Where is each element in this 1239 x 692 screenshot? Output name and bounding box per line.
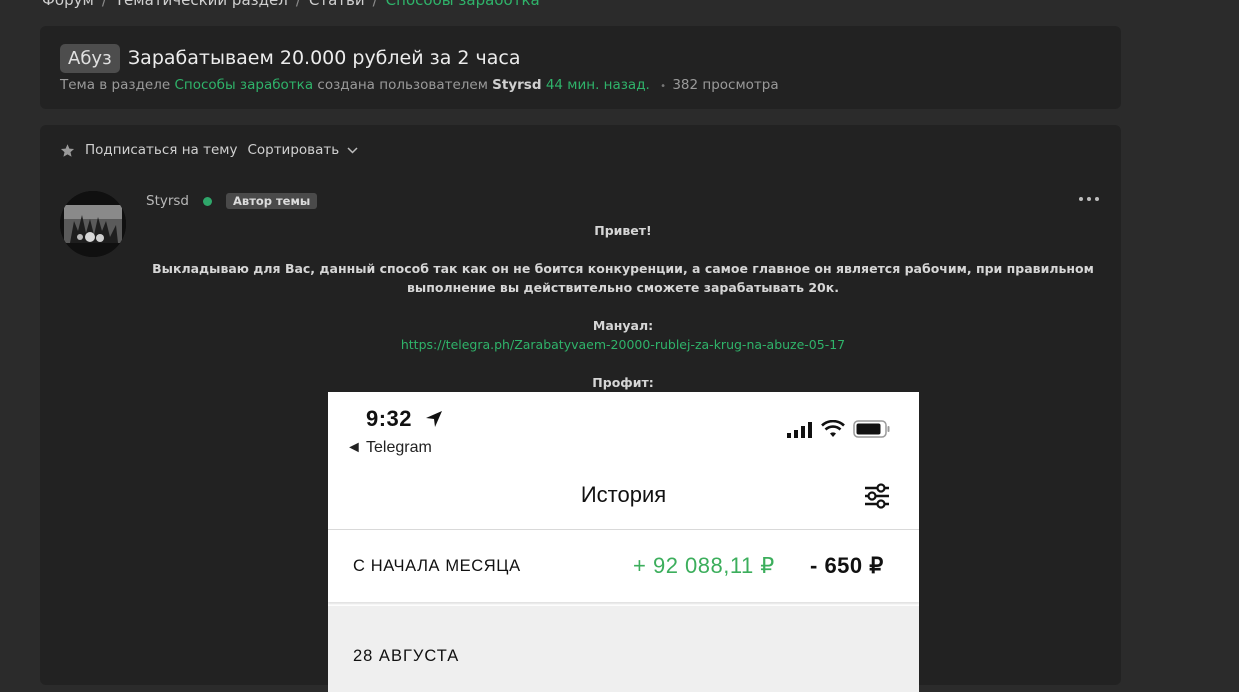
sort-dropdown[interactable]: Сортировать bbox=[247, 142, 358, 158]
month-summary-row: С НАЧАЛА МЕСЯЦА + 92 088,11 ₽ - 650 ₽ bbox=[328, 530, 919, 602]
date-section-label: 28 АВГУСТА bbox=[353, 647, 460, 665]
breadcrumb-separator: / bbox=[372, 0, 378, 9]
income-amount: + 92 088,11 ₽ bbox=[633, 553, 775, 578]
meta-created-by: создана пользователем bbox=[317, 77, 488, 93]
chevron-down-icon bbox=[347, 146, 358, 154]
manual-label: Мануал: bbox=[592, 318, 654, 333]
meta-views: 382 просмотра bbox=[672, 77, 779, 93]
breadcrumb-separator: / bbox=[295, 0, 301, 9]
filter-icon bbox=[863, 482, 891, 515]
sort-label: Сортировать bbox=[247, 142, 340, 158]
meta-section-link[interactable]: Способы заработка bbox=[174, 77, 313, 93]
star-icon[interactable] bbox=[60, 143, 75, 158]
thread-header: Абуз Зарабатываем 20.000 рублей за 2 час… bbox=[40, 26, 1121, 109]
attached-screenshot[interactable]: 9:32 ◄ Telegram История С НАЧАЛА МЕСЯЦА … bbox=[328, 392, 919, 692]
wifi-icon bbox=[821, 420, 845, 437]
thread-toolbar: Подписаться на тему Сортировать bbox=[60, 142, 358, 158]
breadcrumb-item-current[interactable]: Способы заработка bbox=[386, 0, 540, 9]
online-status-icon bbox=[203, 196, 213, 206]
status-bar-icons bbox=[787, 420, 891, 438]
breadcrumb: Форум / Тематический раздел / Статьи / Способы… bbox=[42, 0, 540, 9]
more-options-icon[interactable] bbox=[1079, 197, 1099, 201]
breadcrumb-item-forum[interactable]: Форум bbox=[42, 0, 94, 9]
meta-time-link[interactable]: 44 мин. назад. bbox=[546, 77, 650, 93]
history-title: История bbox=[580, 482, 667, 507]
meta-author-link[interactable]: Styrsd bbox=[492, 77, 541, 93]
breadcrumb-item-articles[interactable]: Статьи bbox=[309, 0, 365, 9]
thread-meta: Тема в разделе Способы заработка создана… bbox=[60, 77, 779, 93]
subscribe-button[interactable]: Подписаться на тему bbox=[85, 142, 237, 158]
battery-icon bbox=[853, 420, 890, 438]
breadcrumb-separator: / bbox=[101, 0, 107, 9]
breadcrumb-item-section[interactable]: Тематический раздел bbox=[115, 0, 288, 9]
phone-time: 9:32 bbox=[366, 406, 413, 431]
post-author-name[interactable]: Styrsd bbox=[146, 193, 189, 209]
page-title: Зарабатываем 20.000 рублей за 2 часа bbox=[128, 47, 521, 69]
manual-link[interactable]: https://telegra.ph/Zarabatyvaem-20000-ru… bbox=[401, 337, 845, 352]
post-paragraph: Выкладываю для Вас, данный способ так ка… bbox=[152, 261, 1094, 295]
month-label: С НАЧАЛА МЕСЯЦА bbox=[353, 557, 521, 575]
meta-dot: • bbox=[660, 81, 667, 92]
thread-prefix-badge[interactable]: Абуз bbox=[60, 44, 120, 73]
post-greeting: Привет! bbox=[594, 223, 652, 238]
avatar[interactable] bbox=[60, 191, 126, 257]
back-to-telegram: ◄ Telegram bbox=[346, 439, 432, 456]
location-arrow-icon bbox=[424, 409, 444, 434]
signal-icon bbox=[787, 422, 812, 438]
profit-label: Профит: bbox=[592, 375, 654, 390]
author-badge: Автор темы bbox=[226, 193, 318, 209]
post-author-line: Styrsd Автор темы bbox=[146, 193, 318, 209]
meta-lead: Тема в разделе bbox=[60, 77, 171, 93]
expense-amount: - 650 ₽ bbox=[810, 553, 884, 578]
